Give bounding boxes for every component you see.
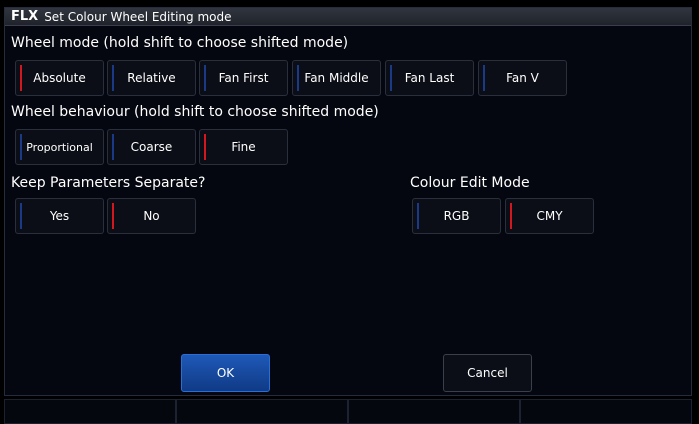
button-label: Relative xyxy=(127,71,176,85)
wheel-mode-fan-middle-button[interactable]: Fan Middle xyxy=(292,60,381,96)
keep-parameters-yes-button[interactable]: Yes xyxy=(15,198,104,234)
button-label: RGB xyxy=(443,209,470,223)
button-label: Fan V xyxy=(506,71,539,85)
button-label: Cancel xyxy=(467,366,508,380)
button-label: Proportional xyxy=(26,140,93,154)
selection-indicator xyxy=(204,134,206,160)
button-label: Fine xyxy=(231,140,256,154)
button-label: No xyxy=(143,209,160,223)
selection-indicator xyxy=(20,134,22,160)
wheel-behaviour-coarse-button[interactable]: Coarse xyxy=(107,129,196,165)
wheel-mode-relative-button[interactable]: Relative xyxy=(107,60,196,96)
bottom-bar xyxy=(4,399,692,424)
bottom-bar-slot[interactable] xyxy=(4,399,176,424)
wheel-behaviour-fine-button[interactable]: Fine xyxy=(199,129,288,165)
selection-indicator xyxy=(417,203,419,229)
wheel-mode-absolute-button[interactable]: Absolute xyxy=(15,60,104,96)
wheel-mode-fan-v-button[interactable]: Fan V xyxy=(478,60,567,96)
selection-indicator xyxy=(112,65,114,91)
bottom-bar-slot[interactable] xyxy=(520,399,692,424)
cancel-button[interactable]: Cancel xyxy=(443,354,532,392)
colour-edit-mode-heading: Colour Edit Mode xyxy=(410,175,530,191)
colour-edit-mode-cmy-button[interactable]: CMY xyxy=(505,198,594,234)
wheel-mode-heading: Wheel mode (hold shift to choose shifted… xyxy=(11,35,349,51)
selection-indicator xyxy=(204,65,206,91)
button-label: Coarse xyxy=(130,140,173,154)
selection-indicator xyxy=(297,65,299,91)
wheel-mode-fan-first-button[interactable]: Fan First xyxy=(199,60,288,96)
flx-logo: FLX xyxy=(11,9,39,24)
ok-button[interactable]: OK xyxy=(181,354,270,392)
colour-wheel-dialog: FLX Set Colour Wheel Editing mode Wheel … xyxy=(4,7,692,396)
button-label: Fan Middle xyxy=(304,71,369,85)
button-label: OK xyxy=(216,366,235,380)
dialog-title: Set Colour Wheel Editing mode xyxy=(44,9,232,24)
keep-parameters-heading: Keep Parameters Separate? xyxy=(11,175,206,191)
button-label: Absolute xyxy=(33,71,86,85)
button-label: Fan First xyxy=(218,71,269,85)
selection-indicator xyxy=(390,65,392,91)
keep-parameters-no-button[interactable]: No xyxy=(107,198,196,234)
button-label: Fan Last xyxy=(404,71,455,85)
button-label: Yes xyxy=(49,209,70,223)
wheel-behaviour-heading: Wheel behaviour (hold shift to choose sh… xyxy=(11,104,379,120)
button-label: CMY xyxy=(536,209,563,223)
colour-edit-mode-rgb-button[interactable]: RGB xyxy=(412,198,501,234)
wheel-mode-fan-last-button[interactable]: Fan Last xyxy=(385,60,474,96)
selection-indicator xyxy=(112,134,114,160)
title-bar: FLX Set Colour Wheel Editing mode xyxy=(5,8,691,26)
selection-indicator xyxy=(112,203,114,229)
selection-indicator xyxy=(510,203,512,229)
wheel-behaviour-proportional-button[interactable]: Proportional xyxy=(15,129,104,165)
selection-indicator xyxy=(483,65,485,91)
selection-indicator xyxy=(20,203,22,229)
bottom-bar-slot[interactable] xyxy=(176,399,348,424)
selection-indicator xyxy=(20,65,22,91)
bottom-bar-slot[interactable] xyxy=(348,399,520,424)
